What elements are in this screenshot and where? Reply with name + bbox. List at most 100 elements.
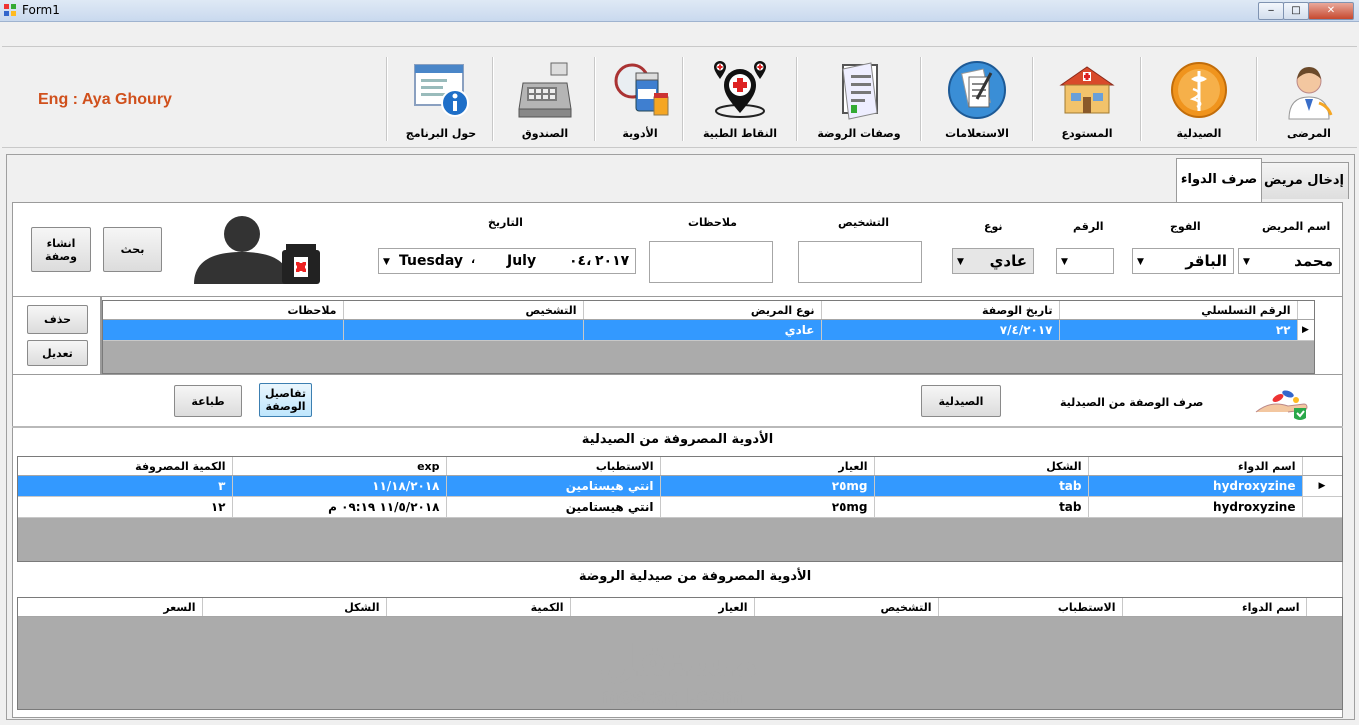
table-row[interactable]: ٣ ١١/١٨/٢٠١٨ انتي هيستامين ٢٥mg tab hydr… — [18, 475, 1342, 497]
column-header[interactable]: العيار — [660, 457, 875, 476]
row-header-corner — [1306, 598, 1342, 617]
column-header[interactable]: التشخيص — [343, 301, 584, 320]
toolbar-warehouse[interactable]: المستودع — [1038, 55, 1136, 143]
main-toolbar: Eng : Aya Ghoury حول البرنامج الصندوق ال… — [2, 46, 1357, 148]
toolbar-medicines[interactable]: الأدوية — [600, 55, 680, 143]
chevron-down-icon: ▼ — [957, 257, 964, 267]
chevron-down-icon: ▼ — [383, 257, 390, 267]
pharmacy-meds-grid[interactable]: الكمية المصروفة exp الاستطباب العيار الش… — [17, 456, 1343, 562]
column-header[interactable]: الكمية — [386, 598, 571, 617]
column-header[interactable]: الشكل — [874, 457, 1089, 476]
toolbar-about-label: حول البرنامج — [405, 127, 477, 140]
column-header[interactable]: تاريخ الوصفة — [821, 301, 1060, 320]
column-header[interactable]: اسم الدواء — [1122, 598, 1307, 617]
date-year: ٢٠١٧ — [595, 253, 630, 269]
tab-dispense-medicine[interactable]: صرف الدواء — [1176, 158, 1262, 204]
brand-label: Eng : Aya Ghoury — [38, 91, 172, 108]
column-header[interactable]: الشكل — [202, 598, 387, 617]
maximize-button[interactable]: □ — [1283, 2, 1309, 20]
row-header-corner — [1297, 301, 1314, 320]
chevron-down-icon: ▼ — [1061, 257, 1068, 267]
toolbar-medicines-label: الأدوية — [622, 127, 658, 140]
chevron-down-icon: ▼ — [1243, 257, 1250, 267]
toolbar-inquiries[interactable]: الاستعلامات — [926, 55, 1028, 143]
prescription-icon — [842, 62, 878, 120]
toolbar-medical-points[interactable]: النقاط الطبية — [688, 55, 792, 143]
column-header[interactable]: السعر — [18, 598, 203, 617]
notes-label: ملاحظات — [688, 216, 737, 229]
date-day-number: ٠٤، — [569, 253, 592, 269]
toolbar-pharmacy[interactable]: الصيدلية — [1146, 55, 1252, 143]
prescriptions-grid[interactable]: ملاحظات التشخيص نوع المريض تاريخ الوصفة … — [102, 300, 1315, 374]
patient-avatar-icon — [194, 216, 320, 284]
notes-input[interactable] — [649, 241, 773, 283]
date-picker[interactable]: ▼ Tuesday ، July ٠٤، ٢٠١٧ — [378, 248, 636, 274]
window-title: Form1 — [22, 3, 60, 17]
row-header-corner — [1302, 457, 1342, 476]
edit-button[interactable]: تعديل — [27, 340, 88, 366]
column-header[interactable]: العيار — [570, 598, 755, 617]
toolbar-cashbox-label: الصندوق — [521, 127, 569, 140]
tab-add-patient[interactable]: إدخال مريض — [1259, 162, 1349, 199]
date-month: July — [507, 253, 537, 269]
type-combo[interactable]: ▼ عادي — [952, 248, 1034, 274]
pharmacy-button[interactable]: الصيدلية — [921, 385, 1001, 417]
prescription-details-button[interactable]: تفاصيل الوصفة — [259, 383, 312, 417]
minimize-button[interactable]: ‒ — [1258, 2, 1284, 20]
pharmacy-meds-title: الأدوية المصروفة من الصيدلية — [581, 432, 774, 447]
watermark-arabic: مستقل — [598, 636, 759, 687]
regiment-combo[interactable]: ▼ الباقر — [1132, 248, 1234, 274]
date-separator: ، — [471, 253, 476, 266]
print-button[interactable]: طباعة — [174, 385, 242, 417]
diagnosis-input[interactable] — [798, 241, 922, 283]
toolbar-rawda-prescriptions[interactable]: وصفات الروضة — [802, 55, 916, 143]
search-button[interactable]: بحث — [103, 227, 162, 272]
table-row[interactable]: عادي ٧/٤/٢٠١٧ ٢٢ ▶ — [103, 319, 1314, 341]
table-row[interactable]: ١٢ ١١/٥/٢٠١٨ ٠٩:١٩ م انتي هيستامين ٢٥mg … — [18, 496, 1342, 518]
diagnosis-label: التشخيص — [838, 216, 890, 229]
column-header[interactable]: التشخيص — [754, 598, 939, 617]
column-header[interactable]: نوع المريض — [583, 301, 822, 320]
column-header[interactable]: exp — [232, 457, 447, 476]
column-header[interactable]: اسم الدواء — [1088, 457, 1303, 476]
patient-name-combo[interactable]: ▼ محمد — [1238, 248, 1340, 274]
toolbar-pharmacy-label: الصيدلية — [1176, 127, 1222, 140]
number-combo[interactable]: ▼ — [1056, 248, 1114, 274]
column-header[interactable]: الكمية المصروفة — [18, 457, 233, 476]
column-header[interactable]: الرقم التسلسلي — [1059, 301, 1298, 320]
type-label: نوع — [984, 220, 1003, 233]
date-day: Tuesday — [399, 253, 463, 269]
title-bar: Form1 ‒ □ ✕ — [0, 0, 1359, 22]
pills-hand-icon — [1255, 390, 1308, 420]
dispense-label: صرف الوصفة من الصيدلية — [1060, 396, 1204, 409]
toolbar-rawda-prescriptions-label: وصفات الروضة — [817, 127, 901, 140]
patient-name-label: اسم المريض — [1262, 220, 1331, 233]
toolbar-warehouse-label: المستودع — [1061, 127, 1113, 140]
column-header[interactable]: الاستطباب — [446, 457, 661, 476]
current-row-icon: ▶ — [1297, 319, 1314, 341]
rawda-meds-title: الأدوية المصروفة من صيدلية الروضة — [578, 569, 812, 584]
toolbar-cashbox[interactable]: الصندوق — [500, 55, 590, 143]
warehouse-icon — [1059, 66, 1115, 114]
number-label: الرقم — [1073, 220, 1104, 233]
toolbar-inquiries-label: الاستعلامات — [945, 127, 1009, 140]
watermark-latin: mostaql.com — [598, 684, 743, 708]
chevron-down-icon: ▼ — [1137, 257, 1144, 267]
doctor-icon — [1288, 67, 1333, 120]
create-prescription-button[interactable]: انشاء وصفة — [31, 227, 91, 272]
caduceus-icon — [1171, 62, 1227, 118]
inquiry-icon — [948, 61, 1006, 119]
app-icon — [4, 4, 16, 16]
regiment-label: الفوج — [1170, 220, 1201, 233]
medicine-icon — [614, 63, 669, 116]
toolbar-patients-label: المرضى — [1287, 127, 1331, 140]
toolbar-about[interactable]: حول البرنامج — [394, 55, 488, 143]
column-header[interactable]: ملاحظات — [103, 301, 344, 320]
cash-register-icon — [518, 62, 572, 118]
column-header[interactable]: الاستطباب — [938, 598, 1123, 617]
map-pins-icon — [714, 61, 766, 118]
toolbar-patients[interactable]: المرضى — [1264, 55, 1354, 143]
close-button[interactable]: ✕ — [1308, 2, 1354, 20]
toolbar-medical-points-label: النقاط الطبية — [703, 127, 777, 140]
delete-button[interactable]: حذف — [27, 305, 88, 334]
